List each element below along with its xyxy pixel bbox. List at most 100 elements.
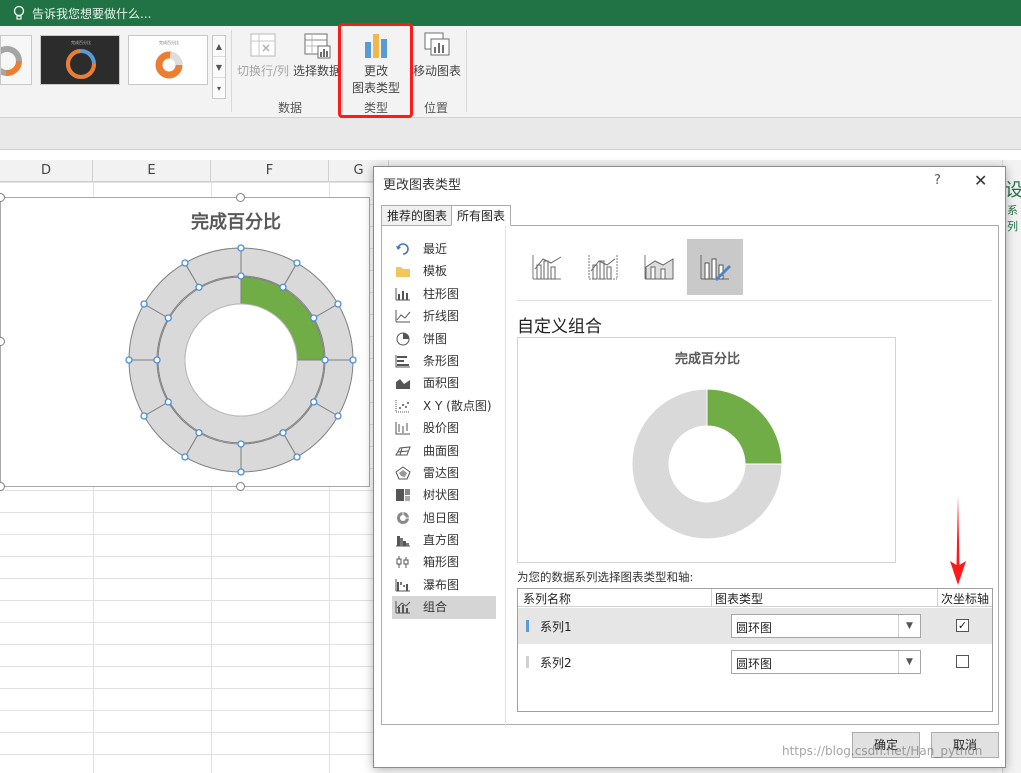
chart-type-item-scatter-chart[interactable]: X Y (散点图)	[392, 395, 496, 417]
series-selection-handle[interactable]	[279, 429, 287, 437]
gallery-scroll[interactable]: ▲ ▼ ▾	[212, 35, 226, 99]
series-selection-handle[interactable]	[310, 398, 318, 406]
series-selection-handle[interactable]	[293, 259, 301, 267]
series-row[interactable]: 系列1 圆环图 ▼ ✓	[518, 608, 992, 644]
chart-type-item-sunburst-chart[interactable]: 旭日图	[392, 507, 496, 529]
tell-me-bar[interactable]: 告诉我您想要做什么...	[0, 0, 1021, 26]
chart-type-label: 柱形图	[423, 286, 460, 301]
series-selection-handle[interactable]	[334, 300, 342, 308]
custom-combination-button[interactable]	[687, 239, 743, 295]
chart-type-item-stock-chart[interactable]: 股价图	[392, 417, 496, 439]
close-icon[interactable]: ✕	[974, 171, 987, 190]
chart-style-thumb-2[interactable]: 完成百分比	[40, 35, 120, 85]
series-selection-handle[interactable]	[195, 429, 203, 437]
subtype-separator	[517, 300, 992, 301]
chart-type-label: X Y (散点图)	[423, 398, 492, 413]
chart-type-item-radar-chart[interactable]: 雷达图	[392, 462, 496, 484]
chart-type-item-area-chart[interactable]: 面积图	[392, 372, 496, 394]
all-charts-panel: 最近模板柱形图折线图饼图 条形图 面积图 X Y (散点图) 股价图 曲面图 雷达图 树状图旭…	[381, 225, 999, 726]
chart-type-item-recent[interactable]: 最近	[392, 238, 496, 260]
secondary-axis-checkbox[interactable]	[956, 655, 969, 668]
series-selection-handle[interactable]	[334, 412, 342, 420]
pie-chart-icon	[396, 332, 410, 346]
chart-type-label: 折线图	[423, 309, 460, 324]
secondary-axis-checkbox[interactable]: ✓	[956, 619, 969, 632]
sunburst-chart-icon	[397, 511, 409, 524]
series-selection-handle[interactable]	[310, 314, 318, 322]
move-chart-button[interactable]: 移动图表	[412, 30, 462, 79]
series-selection-handle[interactable]	[125, 356, 133, 364]
combo-heading: 自定义组合	[517, 317, 602, 337]
switch-row-column-icon	[250, 33, 276, 57]
chevron-down-icon[interactable]: ▼	[898, 615, 920, 637]
series-name: 系列2	[540, 656, 572, 670]
format-pane-title: 设	[1005, 176, 1021, 202]
histogram-chart-icon	[396, 536, 410, 547]
series-selection-handle[interactable]	[164, 314, 172, 322]
header-series-name: 系列名称	[523, 592, 572, 606]
gallery-more-icon[interactable]: ▾	[213, 78, 225, 99]
tab-all-charts[interactable]: 所有图表	[451, 205, 512, 226]
box-whisker-chart-icon	[396, 556, 409, 569]
chart-type-label: 组合	[423, 600, 448, 615]
preview-donut-slice-1[interactable]	[706, 388, 783, 465]
chart-style-thumb-3[interactable]: 完成百分比	[128, 35, 208, 85]
red-arrow-annotation	[950, 495, 966, 585]
chart-type-item-box-whisker-chart[interactable]: 箱形图	[392, 551, 496, 573]
gallery-up-icon[interactable]: ▲	[213, 36, 225, 57]
series-selection-handle[interactable]	[181, 453, 189, 461]
series-selection-handle[interactable]	[164, 398, 172, 406]
series-selection-handle[interactable]	[293, 453, 301, 461]
series-chart-type-select[interactable]: 圆环图 ▼	[731, 650, 921, 674]
sheet-donut-chart[interactable]	[1, 198, 371, 488]
series-selection-handle[interactable]	[237, 272, 245, 280]
combo-area-column-button[interactable]	[631, 239, 687, 295]
series-selection-handle[interactable]	[321, 356, 329, 364]
chevron-down-icon[interactable]: ▼	[898, 651, 920, 673]
series-selection-handle[interactable]	[140, 412, 148, 420]
chart-type-item-surface-chart[interactable]: 曲面图	[392, 440, 496, 462]
series-chart-type-select[interactable]: 圆环图 ▼	[731, 614, 921, 638]
column-header-f[interactable]: F	[211, 160, 329, 182]
chart-type-item-histogram-chart[interactable]: 直方图	[392, 529, 496, 551]
combo-clustered-column-line-button[interactable]	[519, 239, 575, 295]
chart-object[interactable]: 完成百分比	[0, 197, 370, 487]
column-header-e[interactable]: E	[93, 160, 211, 182]
help-icon[interactable]: ?	[934, 173, 941, 188]
series-selection-handle[interactable]	[195, 283, 203, 291]
gallery-down-icon[interactable]: ▼	[213, 57, 225, 78]
series-selection-handle[interactable]	[237, 244, 245, 252]
series-selection-handle[interactable]	[349, 356, 357, 364]
chart-type-item-waterfall-chart[interactable]: 瀑布图	[392, 574, 496, 596]
combo-column-line-secondary-button[interactable]	[575, 239, 631, 295]
chart-type-label: 模板	[423, 264, 448, 279]
chart-type-item-line-chart[interactable]: 折线图	[392, 305, 496, 327]
series-selection-handle[interactable]	[140, 300, 148, 308]
thumb-title: 完成百分比	[71, 39, 91, 45]
move-chart-label: 移动图表	[412, 64, 461, 78]
chart-type-item-combo-chart[interactable]: 组合	[392, 596, 496, 619]
series-selection-handle[interactable]	[279, 283, 287, 291]
chart-type-item-column-chart[interactable]: 柱形图	[392, 283, 496, 305]
chart-type-item-bar-chart[interactable]: 条形图	[392, 350, 496, 372]
group-label-data: 数据	[278, 101, 303, 115]
series-color-swatch	[526, 656, 529, 668]
chart-type-item-pie-chart[interactable]: 饼图	[392, 328, 496, 350]
series-selection-handle[interactable]	[237, 440, 245, 448]
column-header-d[interactable]: D	[0, 160, 93, 182]
series-selection-handle[interactable]	[153, 356, 161, 364]
select-data-button[interactable]: 选择数据	[292, 30, 342, 79]
chart-type-item-treemap-chart[interactable]: 树状图	[392, 484, 496, 506]
resize-handle[interactable]	[236, 193, 245, 202]
series-selection-handle[interactable]	[237, 468, 245, 476]
tab-recommended-charts[interactable]: 推荐的图表	[381, 205, 454, 226]
line-chart-icon	[395, 310, 411, 323]
series-row[interactable]: 系列2 圆环图 ▼	[518, 644, 992, 680]
resize-handle[interactable]	[236, 482, 245, 491]
switch-row-column-button[interactable]: 切换行/列	[234, 30, 292, 79]
combo-chart-icon	[395, 601, 411, 614]
formula-bar-area	[0, 118, 1021, 150]
chart-type-item-folder[interactable]: 模板	[392, 260, 496, 282]
series-selection-handle[interactable]	[181, 259, 189, 267]
chart-style-thumb-1[interactable]	[0, 35, 32, 85]
